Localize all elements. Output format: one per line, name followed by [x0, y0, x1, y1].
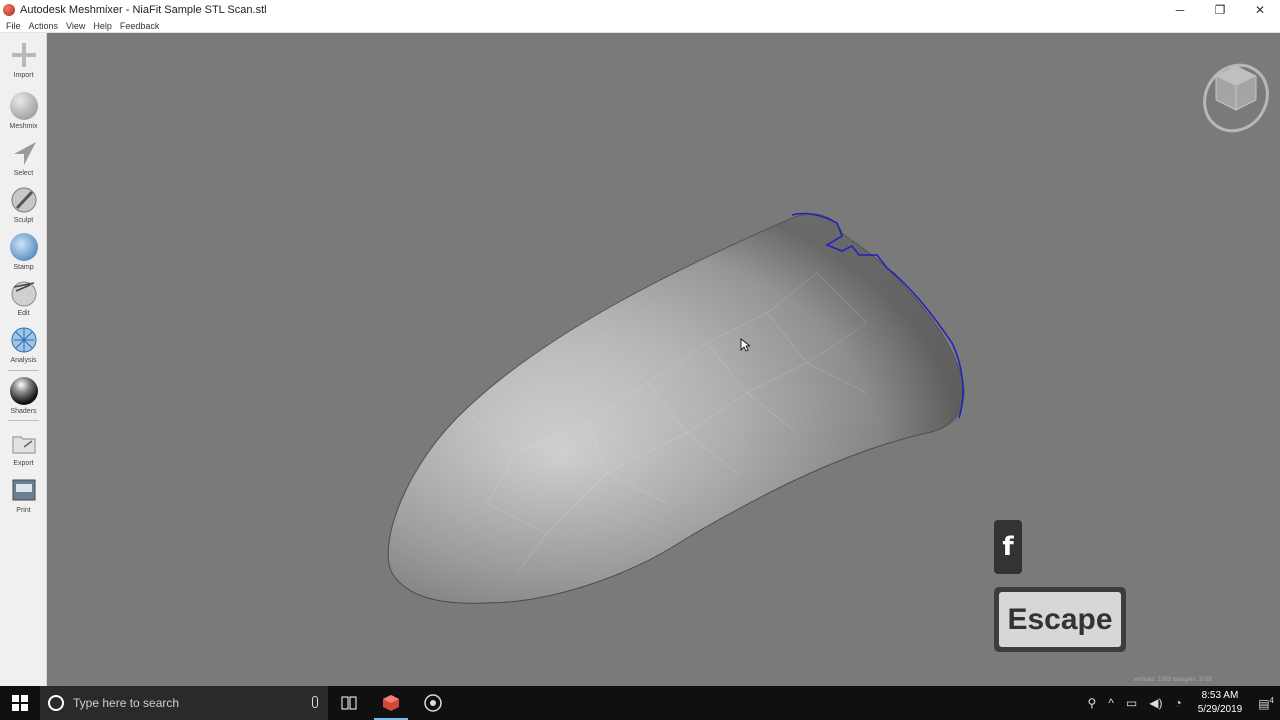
network-icon[interactable]: ◔: [1174, 696, 1181, 710]
people-icon[interactable]: ⚲: [1087, 696, 1096, 710]
chevron-up-icon[interactable]: ^: [1108, 696, 1114, 710]
tool-label: Meshmix: [9, 123, 38, 130]
tool-print[interactable]: Print: [0, 476, 47, 514]
start-button[interactable]: [0, 686, 40, 720]
select-arrow-icon: [13, 142, 36, 165]
3d-viewport[interactable]: f Escape vertices: 1993 triangles: 3789: [47, 33, 1280, 686]
taskbar-app-meshmixer[interactable]: [370, 686, 412, 720]
task-view-button[interactable]: [328, 686, 370, 720]
toolbar-divider: [8, 420, 39, 421]
task-view-icon: [341, 696, 357, 710]
plus-icon: [11, 43, 36, 67]
sculpt-brush-icon: [11, 187, 36, 213]
key-overlay-f: f: [994, 520, 1022, 574]
menu-help[interactable]: Help: [93, 21, 112, 31]
analysis-icon: [11, 327, 36, 353]
tool-label: Analysis: [10, 357, 37, 364]
windows-taskbar: Type here to search ⚲ ^ ▭ ◀) ◔ 8:53 AM 5…: [0, 686, 1280, 720]
restore-button[interactable]: ❐: [1200, 0, 1240, 19]
menu-view[interactable]: View: [66, 21, 85, 31]
cortana-icon: [48, 695, 64, 711]
window-title: Autodesk Meshmixer - NiaFit Sample STL S…: [20, 3, 267, 16]
tool-label: Import: [13, 72, 34, 79]
clock-date: 5/29/2019: [1197, 704, 1243, 715]
tool-analysis[interactable]: Analysis: [0, 326, 47, 364]
minimize-button[interactable]: ─: [1160, 0, 1200, 19]
taskbar-search[interactable]: Type here to search: [40, 686, 328, 720]
tool-label: Select: [13, 170, 34, 177]
escape-key-label: Escape: [999, 592, 1121, 647]
tool-edit[interactable]: Edit: [0, 279, 47, 317]
tool-label: Stamp: [13, 264, 34, 271]
stamp-icon: [9, 233, 38, 261]
mesh-stats: vertices: 1993 triangles: 3789: [1133, 677, 1212, 683]
clock-time: 8:53 AM: [1201, 690, 1239, 701]
microphone-icon[interactable]: [312, 696, 318, 708]
view-cube-icon[interactable]: [1202, 58, 1270, 134]
tool-label: Edit: [17, 310, 30, 317]
meshmixer-app-icon: [3, 3, 15, 16]
tool-export[interactable]: Export: [0, 429, 47, 467]
battery-icon[interactable]: ▭: [1126, 696, 1137, 710]
notification-center-icon[interactable]: ▤4: [1258, 696, 1274, 711]
key-overlay-escape: Escape: [994, 587, 1126, 652]
windows-logo-icon: [12, 695, 28, 711]
clock[interactable]: 8:53 AM 5/29/2019: [1198, 689, 1243, 717]
export-folder-icon: [12, 436, 35, 454]
tool-select[interactable]: Select: [0, 139, 47, 177]
notification-count: 4: [1269, 695, 1274, 705]
close-button[interactable]: ✕: [1240, 0, 1280, 19]
mesh-shading: [388, 213, 965, 604]
menu-feedback[interactable]: Feedback: [120, 21, 160, 31]
volume-icon[interactable]: ◀): [1149, 696, 1162, 710]
toolbar-divider: [8, 370, 39, 371]
tool-meshmix[interactable]: Meshmix: [0, 92, 47, 130]
menu-actions[interactable]: Actions: [29, 21, 59, 31]
title-bar: Autodesk Meshmixer - NiaFit Sample STL S…: [0, 0, 1280, 19]
edit-icon: [11, 281, 36, 307]
obs-icon: [424, 694, 442, 712]
tool-label: Sculpt: [13, 217, 34, 224]
tool-label: Export: [13, 460, 34, 467]
left-toolbar: Import Meshmix Select Sculpt Stamp Edit …: [0, 33, 47, 686]
system-tray: ⚲ ^ ▭ ◀) ◔ 8:53 AM 5/29/2019 ▤4: [1081, 686, 1280, 720]
menu-bar: File Actions View Help Feedback: [0, 19, 1280, 33]
print-icon: [12, 479, 35, 501]
tool-shaders[interactable]: Shaders: [0, 377, 47, 415]
meshmix-icon: [9, 92, 38, 120]
mouse-cursor-icon: [740, 338, 750, 352]
meshmixer-taskbar-icon: [383, 695, 399, 711]
tool-label: Shaders: [10, 408, 37, 415]
tool-import[interactable]: Import: [0, 41, 47, 79]
window-controls: ─ ❐ ✕: [1160, 0, 1280, 19]
tool-stamp[interactable]: Stamp: [0, 233, 47, 271]
tool-label: Print: [16, 507, 31, 514]
search-placeholder: Type here to search: [73, 696, 180, 710]
shaders-sphere-icon: [9, 377, 38, 405]
taskbar-app-obs[interactable]: [412, 686, 454, 720]
tool-sculpt[interactable]: Sculpt: [0, 186, 47, 224]
menu-file[interactable]: File: [6, 21, 21, 31]
